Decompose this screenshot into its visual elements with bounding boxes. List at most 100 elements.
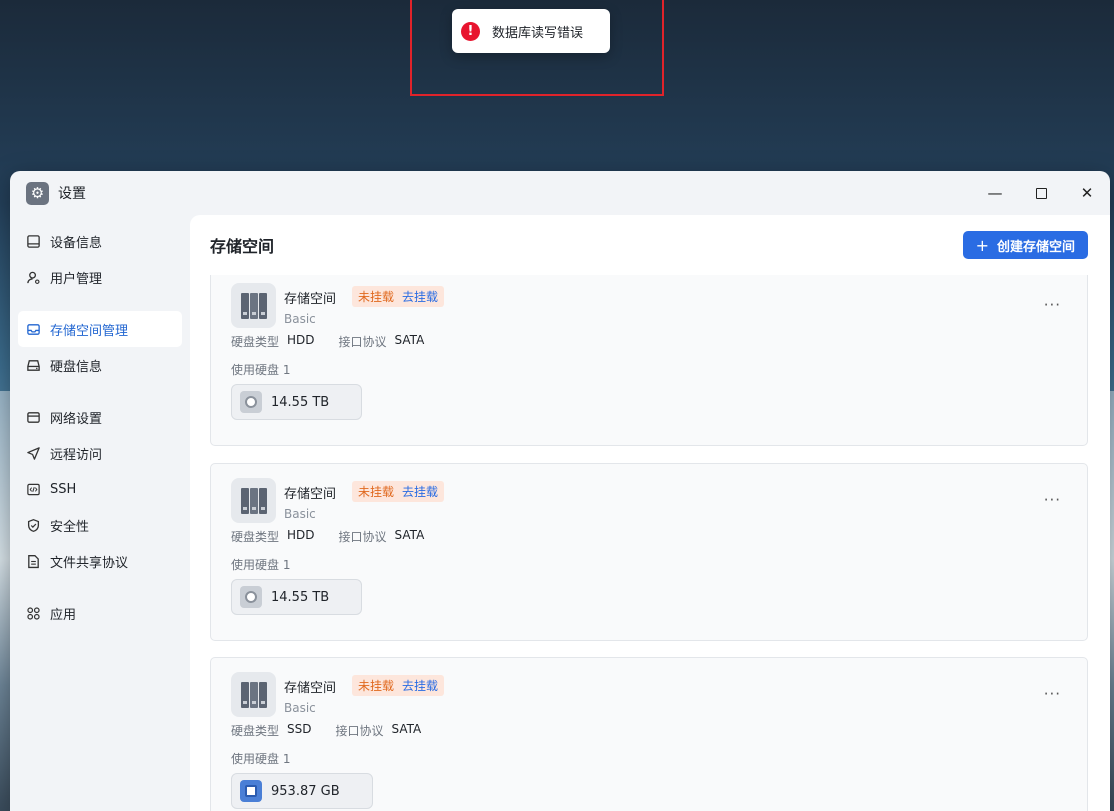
- sidebar-item-network[interactable]: 网络设置: [18, 399, 182, 435]
- settings-gear-icon: ⚙: [26, 181, 49, 205]
- sidebar: 设备信息 用户管理 存储空间管理 硬盘信息 网络设置 远程访问 SSH 安全性 …: [10, 215, 190, 811]
- sidebar-item-label: 文件共享协议: [50, 555, 129, 571]
- disk-size: 14.55 TB: [271, 394, 330, 410]
- ssh-code-icon: [26, 482, 41, 497]
- sidebar-item-ssh[interactable]: SSH: [18, 471, 182, 507]
- more-options-button[interactable]: ···: [1044, 491, 1061, 509]
- storage-name: 存储空间: [284, 681, 337, 696]
- sidebar-item-device-info[interactable]: 设备信息: [18, 223, 182, 259]
- hard-disk-icon: [240, 391, 262, 413]
- disk-icon: [26, 358, 41, 373]
- sidebar-item-label: SSH: [50, 481, 77, 497]
- status-badge: 未挂载 去挂载: [352, 675, 445, 696]
- create-storage-label: 创建存储空间: [996, 239, 1075, 255]
- mount-link[interactable]: 去挂载: [402, 288, 438, 305]
- mount-link[interactable]: 去挂载: [402, 677, 438, 694]
- apps-grid-icon: [26, 606, 41, 621]
- window-title: 设置: [58, 186, 86, 202]
- sidebar-item-users[interactable]: 用户管理: [18, 259, 182, 295]
- protocol-value: SATA: [394, 528, 425, 542]
- mount-status: 未挂载: [358, 679, 395, 693]
- sidebar-item-label: 远程访问: [50, 447, 103, 463]
- disk-type-value: HDD: [287, 333, 315, 347]
- disk-chip[interactable]: 14.55 TB: [231, 384, 363, 420]
- more-options-button[interactable]: ···: [1044, 685, 1061, 703]
- disk-type-value: HDD: [287, 528, 315, 542]
- sidebar-item-label: 存储空间管理: [50, 323, 129, 339]
- mount-status: 未挂载: [358, 485, 395, 499]
- sidebar-item-remote-access[interactable]: 远程访问: [18, 435, 182, 471]
- disk-type-label: 硬盘类型: [231, 724, 280, 738]
- sidebar-item-label: 硬盘信息: [50, 359, 103, 375]
- disks-used-label: 使用硬盘 1: [231, 363, 291, 377]
- disks-used-label: 使用硬盘 1: [231, 752, 291, 766]
- maximize-icon: [1035, 187, 1047, 199]
- server-rack-icon: [231, 283, 276, 328]
- status-badge: 未挂载 去挂载: [352, 286, 445, 307]
- storage-type: Basic: [284, 701, 316, 715]
- user-icon: [26, 270, 41, 285]
- sidebar-item-disk-info[interactable]: 硬盘信息: [18, 347, 182, 383]
- content-header: 存储空间 + 创建存储空间: [190, 215, 1110, 275]
- sidebar-item-label: 安全性: [50, 519, 90, 535]
- protocol-label: 接口协议: [335, 724, 384, 738]
- protocol-label: 接口协议: [338, 335, 387, 349]
- main-content: 存储空间 + 创建存储空间 存储空间 未挂载 去挂载 Basic 硬盘类型 HD…: [190, 215, 1110, 811]
- storage-specs: 硬盘类型 HDD 接口协议 SATA: [231, 528, 440, 545]
- storage-card: 存储空间 未挂载 去挂载 Basic 硬盘类型 HDD 接口协议 SATA 使用…: [210, 463, 1088, 641]
- minimize-button[interactable]: —: [972, 171, 1018, 215]
- disk-type-value: SSD: [287, 722, 312, 736]
- storage-type: Basic: [284, 312, 316, 326]
- remote-access-icon: [26, 446, 41, 461]
- storage-name: 存储空间: [284, 487, 337, 502]
- storage-card: 存储空间 未挂载 去挂载 Basic 硬盘类型 SSD 接口协议 SATA 使用…: [210, 657, 1088, 811]
- protocol-value: SATA: [394, 333, 425, 347]
- toast-message: 数据库读写错误: [492, 25, 584, 41]
- status-badge: 未挂载 去挂载: [352, 481, 445, 502]
- sidebar-item-label: 用户管理: [50, 271, 103, 287]
- page-title: 存储空间: [210, 237, 275, 256]
- storage-specs: 硬盘类型 SSD 接口协议 SATA: [231, 722, 437, 739]
- close-button[interactable]: ✕: [1064, 171, 1110, 215]
- plus-icon: +: [975, 235, 989, 255]
- disk-type-label: 硬盘类型: [231, 335, 280, 349]
- mount-link[interactable]: 去挂载: [402, 483, 438, 500]
- disk-size: 953.87 GB: [271, 783, 340, 799]
- disks-used-label: 使用硬盘 1: [231, 558, 291, 572]
- settings-window: ⚙ 设置 — ✕ 设备信息 用户管理 存储空间管理 硬盘信息 网络设置 远程访问…: [10, 171, 1110, 811]
- maximize-button[interactable]: [1018, 171, 1064, 215]
- sidebar-item-security[interactable]: 安全性: [18, 507, 182, 543]
- window-controls: — ✕: [972, 171, 1110, 215]
- error-toast: ! 数据库读写错误: [452, 9, 610, 53]
- more-options-button[interactable]: ···: [1044, 296, 1061, 314]
- storage-list[interactable]: 存储空间 未挂载 去挂载 Basic 硬盘类型 HDD 接口协议 SATA 使用…: [210, 275, 1088, 811]
- sidebar-item-storage[interactable]: 存储空间管理: [18, 311, 182, 347]
- protocol-value: SATA: [391, 722, 422, 736]
- storage-name: 存储空间: [284, 292, 337, 307]
- storage-type: Basic: [284, 507, 316, 521]
- mount-status: 未挂载: [358, 290, 395, 304]
- storage-card: 存储空间 未挂载 去挂载 Basic 硬盘类型 HDD 接口协议 SATA 使用…: [210, 275, 1088, 446]
- sidebar-item-label: 网络设置: [50, 411, 103, 427]
- server-rack-icon: [231, 478, 276, 523]
- device-info-icon: [26, 234, 41, 249]
- storage-specs: 硬盘类型 HDD 接口协议 SATA: [231, 333, 440, 350]
- document-icon: [26, 554, 41, 569]
- sidebar-item-file-sharing[interactable]: 文件共享协议: [18, 543, 182, 579]
- network-icon: [26, 410, 41, 425]
- shield-icon: [26, 518, 41, 533]
- disk-chip[interactable]: 953.87 GB: [231, 773, 373, 809]
- error-icon: !: [461, 21, 480, 41]
- protocol-label: 接口协议: [338, 530, 387, 544]
- hard-disk-icon: [240, 586, 262, 608]
- disk-chip[interactable]: 14.55 TB: [231, 579, 363, 615]
- disk-size: 14.55 TB: [271, 589, 330, 605]
- sidebar-item-label: 设备信息: [50, 235, 103, 251]
- server-rack-icon: [231, 672, 276, 717]
- sidebar-item-label: 应用: [50, 607, 77, 623]
- title-bar[interactable]: ⚙ 设置 — ✕: [10, 171, 1110, 215]
- ssd-icon: [240, 780, 262, 802]
- create-storage-button[interactable]: + 创建存储空间: [962, 231, 1088, 259]
- sidebar-item-apps[interactable]: 应用: [18, 595, 182, 631]
- storage-icon: [26, 322, 41, 337]
